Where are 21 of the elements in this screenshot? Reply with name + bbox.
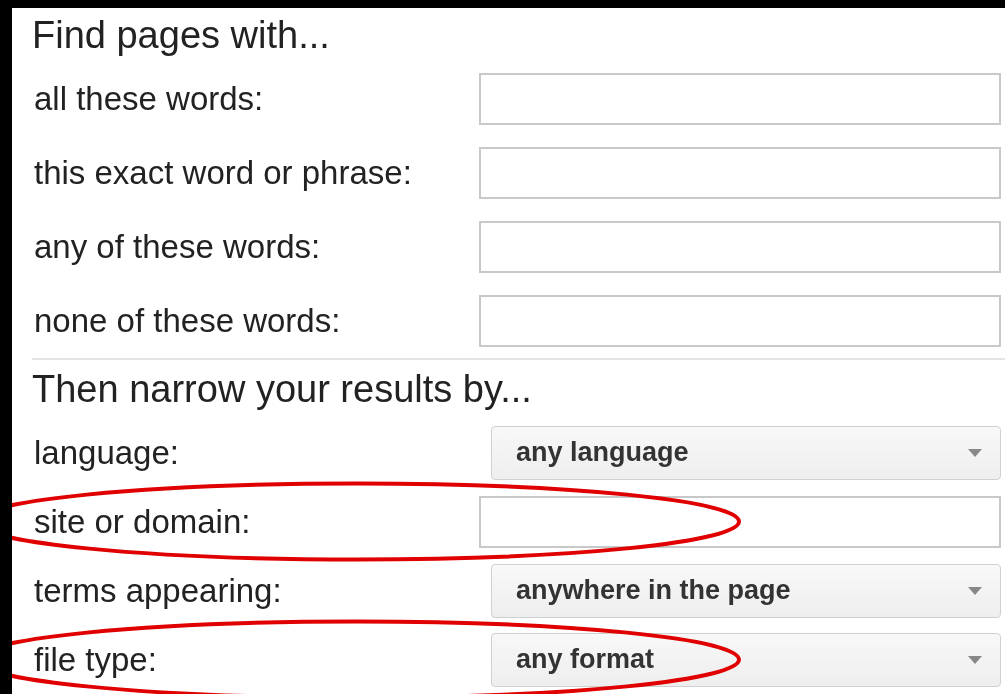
field-label: language: [33,432,179,473]
field-label: any of these words: [33,227,321,268]
section-heading: Then narrow your results by... [31,366,532,412]
dropdown[interactable]: any format [491,632,1001,687]
text-field[interactable] [479,147,1001,199]
dropdown[interactable]: any language [491,425,1001,480]
field-label: terms appearing: [33,570,282,611]
section-heading: Find pages with... [31,12,330,58]
field-label: file type: [33,639,157,680]
text-field[interactable] [479,295,1001,347]
text-field[interactable] [479,73,1001,125]
field-label: all these words: [33,79,264,120]
field-label: this exact word or phrase: [33,153,412,194]
text-field[interactable] [479,221,1001,273]
caret-icon [968,586,982,595]
field-label: none of these words: [33,301,341,342]
caret-icon [968,448,982,457]
text-field[interactable] [479,495,1001,548]
caret-icon [968,655,982,664]
field-label: site or domain: [33,501,251,542]
dropdown[interactable]: anywhere in the page [491,563,1001,618]
